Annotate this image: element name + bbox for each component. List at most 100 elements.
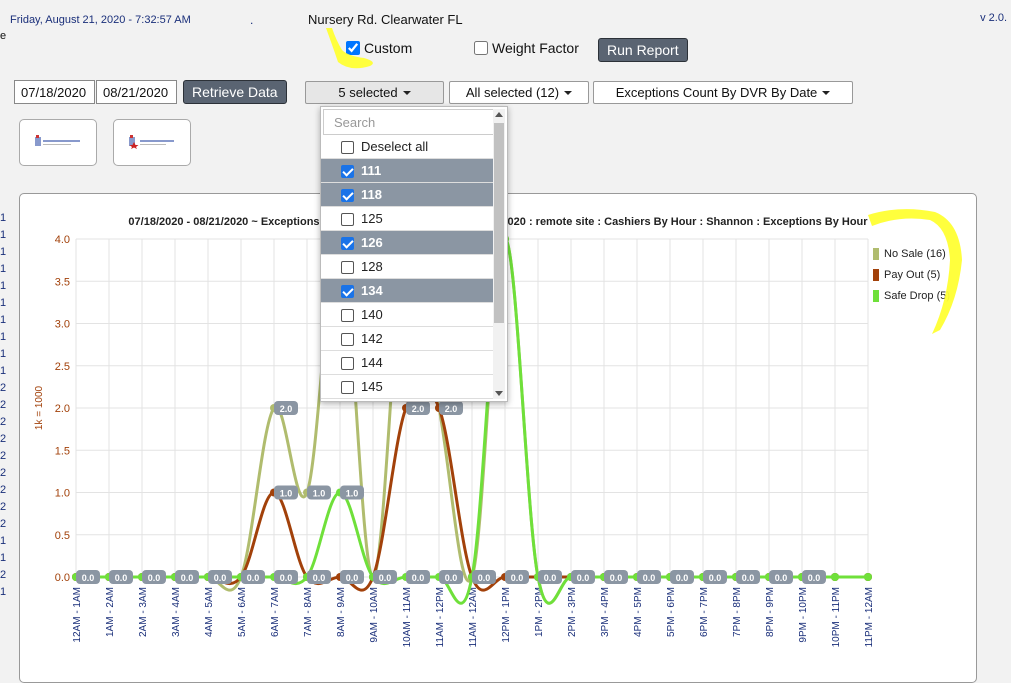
- y-tick-label: 4.0: [55, 234, 70, 246]
- checkbox-icon: [341, 261, 354, 274]
- x-tick-label: 12PM - 1PM: [501, 587, 512, 643]
- dropdown-scrollbar[interactable]: [493, 109, 505, 399]
- y-tick-label: 0.0: [55, 572, 70, 584]
- category-select-label: All selected (12): [465, 85, 560, 100]
- side-char: 1: [0, 552, 7, 564]
- x-tick-label: 12AM - 1AM: [72, 587, 83, 643]
- dvr-search-input[interactable]: Search: [323, 109, 495, 135]
- deselect-all-option[interactable]: Deselect all: [321, 135, 493, 159]
- dvr-option-label: 134: [361, 283, 383, 298]
- weight-factor-option[interactable]: Weight Factor: [474, 40, 579, 56]
- deselect-all-label: Deselect all: [361, 139, 429, 154]
- data-label-text: 0.0: [709, 573, 722, 583]
- legend-item[interactable]: Safe Drop (5): [873, 285, 950, 306]
- dvr-option-label: 128: [361, 259, 383, 274]
- dvr-option[interactable]: 128: [321, 255, 493, 279]
- checkbox-icon: [341, 309, 354, 322]
- dvr-option[interactable]: 134: [321, 279, 493, 303]
- data-label-text: 0.0: [445, 573, 458, 583]
- data-label-text: 0.0: [115, 573, 128, 583]
- data-label-text: 0.0: [280, 573, 293, 583]
- x-tick-label: 7AM - 8AM: [303, 587, 314, 637]
- report-chart-icon: [34, 135, 82, 149]
- side-char: 2: [0, 399, 7, 411]
- legend-item[interactable]: No Sale (16): [873, 243, 950, 264]
- weight-factor-checkbox[interactable]: [474, 41, 488, 55]
- x-tick-label: 3PM - 4PM: [600, 587, 611, 637]
- run-report-button[interactable]: Run Report: [598, 38, 688, 62]
- x-tick-label: 6PM - 7PM: [699, 587, 710, 637]
- data-label-text: 0.0: [775, 573, 788, 583]
- checkbox-icon: [341, 213, 354, 226]
- side-char: 2: [0, 501, 7, 513]
- dvr-option-label: 145: [361, 379, 383, 394]
- dvr-option[interactable]: 144: [321, 351, 493, 375]
- side-char: 1: [0, 331, 7, 343]
- data-label-text: 2.0: [412, 404, 425, 414]
- chevron-down-icon: [822, 90, 831, 95]
- dvr-option-label: 142: [361, 331, 383, 346]
- end-date-input[interactable]: [96, 80, 177, 104]
- report-thumbnail-2[interactable]: [113, 119, 191, 166]
- scroll-thumb[interactable]: [494, 123, 504, 323]
- data-point: [831, 573, 839, 581]
- report-thumbnail-1[interactable]: [19, 119, 97, 166]
- scroll-up-icon[interactable]: [495, 112, 503, 117]
- side-char: 2: [0, 450, 7, 462]
- y-tick-label: 3.5: [55, 276, 70, 288]
- side-char: 1: [0, 212, 7, 224]
- chevron-down-icon: [564, 90, 573, 95]
- dvr-option[interactable]: 142: [321, 327, 493, 351]
- dvr-dropdown-menu: Search Deselect all 111 118 125 126 128 134 14…: [320, 106, 508, 402]
- dvr-option[interactable]: 145: [321, 375, 493, 399]
- x-tick-label: 11AM - 12PM: [435, 587, 446, 647]
- x-tick-label: 2AM - 3AM: [138, 587, 149, 637]
- dvr-option[interactable]: 126: [321, 231, 493, 255]
- side-char: 1: [0, 535, 7, 547]
- dvr-option[interactable]: 118: [321, 183, 493, 207]
- custom-checkbox[interactable]: [346, 41, 360, 55]
- x-tick-label: 10PM - 11PM: [831, 587, 842, 647]
- side-char: 1: [0, 297, 7, 309]
- data-label-text: 1.0: [346, 489, 359, 499]
- dvr-option[interactable]: 111: [321, 159, 493, 183]
- report-chart-star-icon: [128, 135, 176, 149]
- x-tick-label: 6AM - 7AM: [270, 587, 281, 637]
- checked-checkbox-icon: [341, 237, 354, 250]
- legend-item[interactable]: Pay Out (5): [873, 264, 950, 285]
- custom-label: Custom: [364, 40, 413, 56]
- dvr-option[interactable]: 125: [321, 207, 493, 231]
- weight-factor-label: Weight Factor: [492, 40, 579, 56]
- y-tick-label: 1.0: [55, 488, 70, 500]
- y-tick-label: 3.0: [55, 319, 70, 331]
- x-tick-label: 1AM - 2AM: [105, 587, 116, 637]
- x-tick-label: 5PM - 6PM: [666, 587, 677, 637]
- data-label-text: 0.0: [577, 573, 590, 583]
- checkbox-icon: [341, 141, 354, 154]
- report-datetime: Friday, August 21, 2020 - 7:32:57 AM: [10, 14, 191, 26]
- dvr-option[interactable]: 140: [321, 303, 493, 327]
- start-date-input[interactable]: [14, 80, 95, 104]
- dvr-select-dropdown[interactable]: 5 selected: [305, 81, 444, 104]
- y-axis-label: 1k = 1000: [34, 385, 45, 430]
- data-label-text: 0.0: [643, 573, 656, 583]
- side-char: 1: [0, 246, 7, 258]
- checkbox-icon: [341, 333, 354, 346]
- dvr-select-label: 5 selected: [338, 85, 398, 100]
- store-location: Nursery Rd. Clearwater FL: [308, 12, 463, 27]
- x-tick-label: 9AM - 10AM: [369, 587, 380, 643]
- data-label-text: 0.0: [82, 573, 95, 583]
- custom-option[interactable]: Custom: [346, 40, 412, 56]
- data-label-text: 0.0: [511, 573, 524, 583]
- data-label-text: 0.0: [379, 573, 392, 583]
- category-select-dropdown[interactable]: All selected (12): [449, 81, 589, 104]
- x-tick-label: 4AM - 5AM: [204, 587, 215, 637]
- legend-label: Pay Out (5): [884, 268, 941, 281]
- data-label-text: 0.0: [181, 573, 194, 583]
- side-char: 1: [0, 348, 7, 360]
- scroll-down-icon[interactable]: [495, 391, 503, 396]
- legend-swatch: [873, 289, 879, 302]
- dvr-option-label: 144: [361, 355, 383, 370]
- report-type-dropdown[interactable]: Exceptions Count By DVR By Date: [593, 81, 853, 104]
- retrieve-data-button[interactable]: Retrieve Data: [183, 80, 287, 104]
